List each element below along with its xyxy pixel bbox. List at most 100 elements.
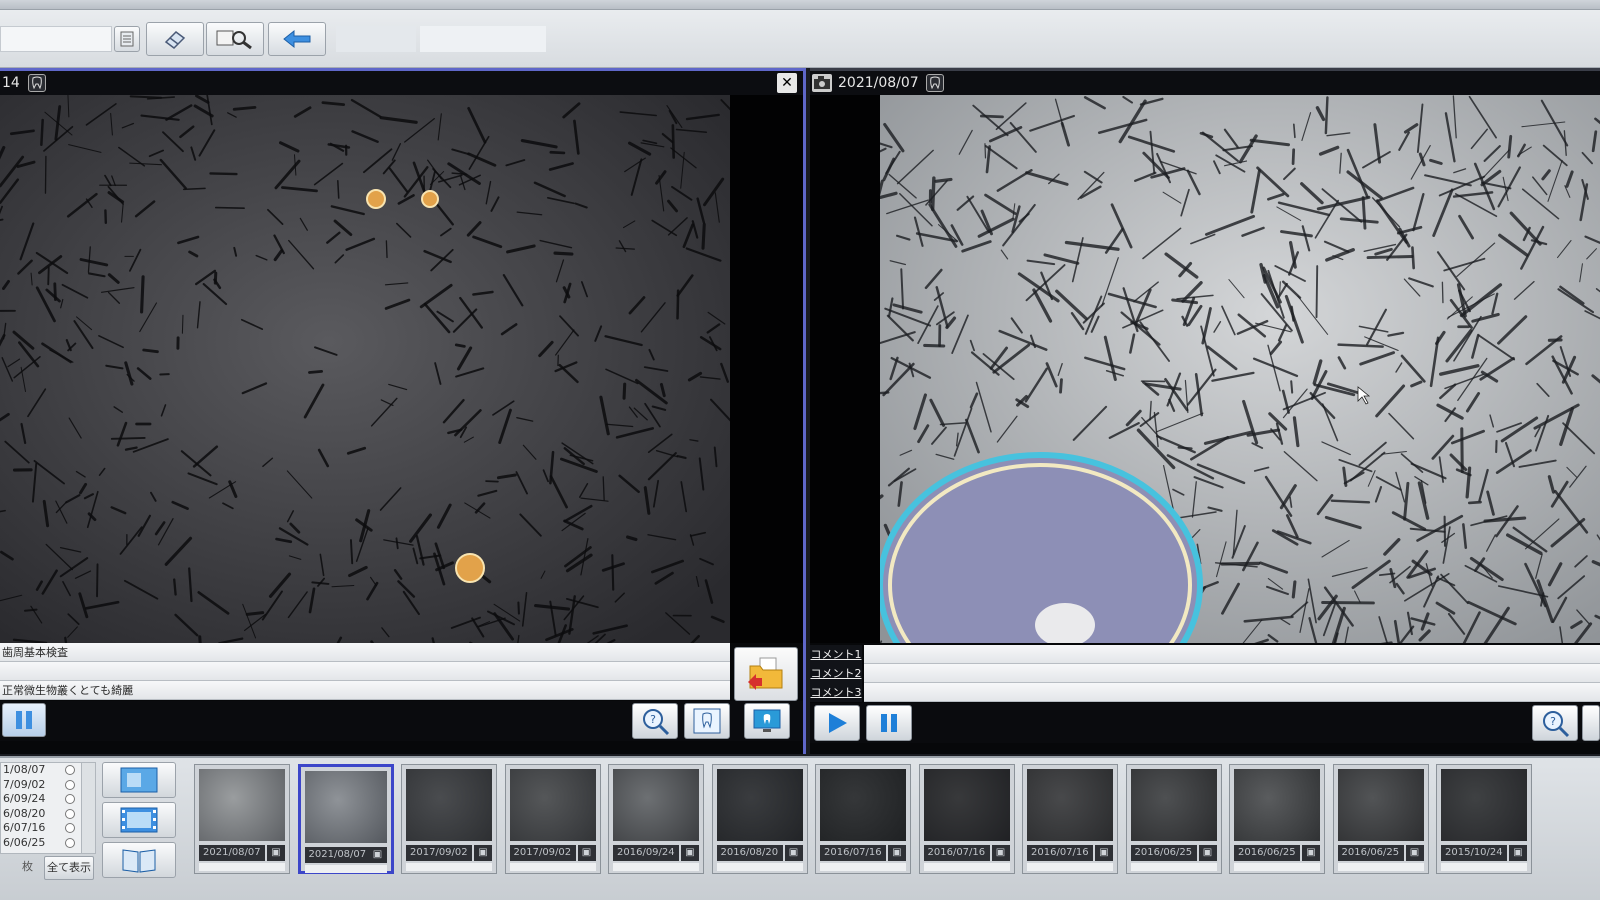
date-radio[interactable] — [65, 779, 75, 790]
right-pane-date: 2021/08/07 — [838, 75, 919, 91]
thumbnail-strip: 1/08/07 7/09/02 6/09/24 6/08/20 6/07/16 … — [0, 756, 1600, 900]
thumbnail-footer — [923, 863, 1010, 871]
thumbnail-image — [1441, 769, 1527, 841]
thumbnail-image — [509, 769, 596, 841]
comment-1-label: コメント1 — [810, 645, 862, 664]
thumbnail-footer — [406, 863, 492, 871]
thumbnail-item[interactable]: 2017/09/02 ▣ — [401, 764, 497, 874]
info-field-2 — [420, 26, 546, 52]
right-microscope-image — [880, 95, 1600, 643]
right-comment-3[interactable] — [864, 683, 1600, 702]
right-pause-button[interactable] — [866, 705, 912, 741]
thumbnail-date: 2016/06/25 — [1130, 845, 1197, 861]
filmstrip-button[interactable] — [102, 802, 176, 838]
close-button[interactable]: ✕ — [777, 73, 797, 93]
thumbnail-footer — [1027, 863, 1113, 871]
single-view-icon — [120, 767, 158, 793]
thumbnail-item[interactable]: 2017/09/02 ▣ — [504, 764, 601, 874]
play-button[interactable] — [814, 705, 860, 741]
thumbnail-footer — [1337, 863, 1424, 871]
thumbnail-item[interactable]: 2016/07/16 ▣ — [1022, 764, 1118, 874]
svg-text:?: ? — [1550, 715, 1556, 728]
right-control-bar: ? — [810, 703, 1600, 743]
fit-frame-icon — [693, 708, 721, 734]
thumbnail-image — [1337, 769, 1424, 841]
camera-icon: ▣ — [681, 845, 699, 861]
left-pause-button[interactable] — [2, 703, 46, 737]
book-button[interactable] — [102, 842, 176, 878]
left-comment-3: 正常微生物叢くとても綺麗 — [0, 681, 730, 700]
camera-icon: ▣ — [1302, 845, 1320, 861]
thumbnail-footer — [304, 865, 387, 873]
thumbnail-date: 2016/07/16 — [1027, 845, 1093, 861]
eraser-button[interactable] — [146, 22, 204, 56]
thumbnail-item[interactable]: 2016/09/24 ▣ — [608, 764, 704, 874]
date-radio[interactable] — [65, 808, 75, 819]
camera-icon: ▣ — [267, 845, 285, 861]
thumbnail-date: 2016/07/16 — [923, 845, 990, 861]
date-radio[interactable] — [65, 837, 75, 848]
list-icon — [120, 31, 134, 47]
thumbnail-item[interactable]: 2015/10/24 ▣ — [1436, 764, 1532, 874]
thumbnail-item[interactable]: 2016/06/25 ▣ — [1332, 764, 1429, 874]
thumbnail-date: 2016/06/25 — [1337, 845, 1404, 861]
camera-icon: ▣ — [1405, 845, 1424, 861]
back-arrow-icon — [283, 29, 311, 49]
right-comment-2[interactable] — [864, 664, 1600, 683]
monitor-button[interactable] — [744, 703, 790, 739]
camera-icon: ▣ — [1095, 845, 1113, 861]
single-view-button[interactable] — [102, 762, 176, 798]
thumbnail-item[interactable]: 2016/08/20 ▣ — [711, 764, 808, 874]
thumbnail-image — [716, 769, 803, 841]
thumbnail-item[interactable]: 2021/08/07 ▣ — [297, 764, 394, 874]
left-image-margin — [730, 95, 803, 643]
thumbnail-date: 2016/06/25 — [1234, 845, 1300, 861]
info-field — [336, 26, 416, 52]
thumbnail-item[interactable]: 2016/06/25 ▣ — [1229, 764, 1325, 874]
zoom-icon: ? — [643, 709, 670, 736]
camera-icon: ▣ — [888, 845, 906, 861]
tooth-icon — [926, 74, 944, 92]
fit-frame-button[interactable] — [684, 703, 730, 739]
thumbnail-item[interactable]: 2016/06/25 ▣ — [1125, 764, 1222, 874]
back-button[interactable] — [268, 22, 326, 56]
camera-icon: ▣ — [577, 845, 596, 861]
open-folder-button[interactable] — [734, 647, 798, 701]
thumbnail-date: 2017/09/02 — [406, 845, 472, 861]
thumbnail-item[interactable]: 2021/08/07 ▣ — [194, 764, 290, 874]
zoom-icon: ? — [1543, 711, 1570, 738]
date-radio[interactable] — [65, 823, 75, 833]
date-radio[interactable] — [65, 794, 75, 804]
date-radio[interactable] — [65, 765, 75, 775]
thumbnail-date: 2015/10/24 — [1441, 845, 1507, 861]
date-list[interactable]: 1/08/07 7/09/02 6/09/24 6/08/20 6/07/16 … — [0, 762, 96, 854]
thumbnail-image — [1234, 769, 1320, 841]
patient-field[interactable] — [0, 26, 112, 52]
thumbnail-footer — [613, 863, 699, 871]
thumbnail-date: 2016/08/20 — [716, 845, 783, 861]
show-all-button[interactable]: 全て表示 — [44, 856, 94, 880]
right-zoom-button[interactable]: ? — [1532, 705, 1578, 741]
list-button[interactable] — [114, 26, 140, 52]
thumbnail-image — [820, 769, 906, 841]
date-list-scrollbar[interactable] — [81, 763, 95, 853]
comment-3-label: コメント3 — [810, 683, 862, 702]
thumbnail-item[interactable]: 2016/07/16 ▣ — [918, 764, 1015, 874]
left-pane-header: 14 ✕ — [0, 71, 803, 95]
thumbnail-image — [1027, 769, 1113, 841]
left-microscope-image — [0, 95, 730, 643]
pause-icon — [16, 711, 32, 729]
search-zoom-icon — [216, 30, 252, 50]
search-button[interactable] — [206, 22, 264, 56]
right-edge-button[interactable] — [1582, 705, 1600, 741]
camera-icon: ▣ — [991, 845, 1010, 861]
camera-icon: ▣ — [368, 847, 387, 863]
thumbnail-footer — [716, 863, 803, 871]
thumbnail-footer — [820, 863, 906, 871]
thumbnail-image — [1130, 769, 1217, 841]
left-zoom-button[interactable]: ? — [632, 703, 678, 739]
right-comment-1[interactable] — [864, 645, 1600, 664]
toolbar — [0, 10, 1600, 68]
camera-icon: ▣ — [784, 845, 803, 861]
thumbnail-item[interactable]: 2016/07/16 ▣ — [815, 764, 911, 874]
